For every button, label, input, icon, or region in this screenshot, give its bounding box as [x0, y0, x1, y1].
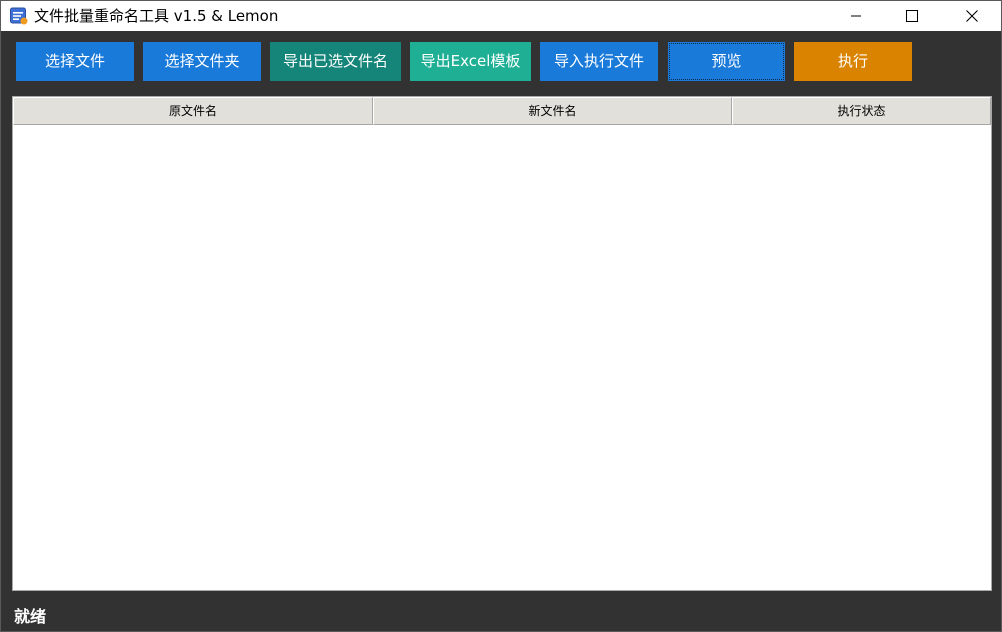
close-button[interactable] [949, 1, 995, 31]
title-bar: 文件批量重命名工具 v1.5 & Lemon [1, 1, 1001, 31]
minimize-button[interactable] [833, 1, 879, 31]
import-execution-file-button[interactable]: 导入执行文件 [540, 42, 658, 81]
app-icon [10, 7, 28, 25]
window-title: 文件批量重命名工具 v1.5 & Lemon [34, 7, 279, 25]
select-folder-button[interactable]: 选择文件夹 [143, 42, 261, 81]
preview-button[interactable]: 预览 [668, 42, 785, 81]
minimize-icon [851, 15, 861, 17]
maximize-button[interactable] [889, 1, 935, 31]
status-bar-text: 就绪 [14, 607, 47, 626]
column-header-status[interactable]: 执行状态 [732, 97, 991, 125]
file-table[interactable]: 原文件名 新文件名 执行状态 [12, 96, 992, 591]
column-header-new-name[interactable]: 新文件名 [373, 97, 732, 125]
export-selected-filenames-button[interactable]: 导出已选文件名 [270, 42, 401, 81]
close-icon [966, 10, 978, 22]
execute-button[interactable]: 执行 [794, 42, 912, 81]
select-files-button[interactable]: 选择文件 [16, 42, 134, 81]
app-window: 文件批量重命名工具 v1.5 & Lemon 选择文件 选择文件夹 导出已选文件… [0, 0, 1002, 632]
table-body[interactable] [13, 125, 991, 590]
export-excel-template-button[interactable]: 导出Excel模板 [410, 42, 531, 81]
column-header-original-name[interactable]: 原文件名 [13, 97, 373, 125]
maximize-icon [906, 10, 918, 22]
table-header: 原文件名 新文件名 执行状态 [13, 97, 991, 125]
